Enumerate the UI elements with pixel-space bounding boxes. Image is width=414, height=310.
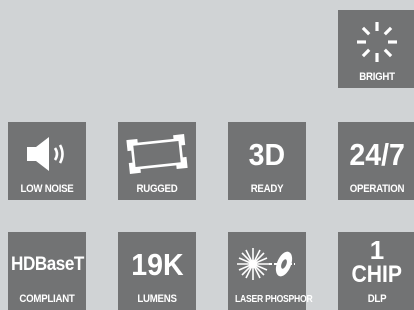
tile-label: DLP [367, 293, 387, 305]
tile-label: LASER PHOSPHOR [235, 293, 313, 305]
speaker-icon [27, 137, 64, 171]
feature-tile-3d: 3D READY [228, 122, 306, 200]
tile-label: READY [250, 183, 284, 195]
feature-tile-24-7: 24/7 OPERATION [338, 122, 414, 200]
feature-tile-hdbaset: HDBaseT COMPLIANT [8, 232, 86, 310]
tile-label: OPERATION [349, 183, 405, 195]
tile-label: LOW NOISE [20, 183, 74, 195]
chip-text: CHIP [351, 261, 403, 288]
tile-label: BRIGHT [359, 71, 395, 83]
tile-label: COMPLIANT [19, 293, 75, 305]
sun-burst-icon [357, 22, 397, 62]
feature-tile-chip: 1 CHIP DLP [338, 232, 414, 310]
24-7-text: 24/7 [349, 136, 405, 172]
hdbaset-text: HDBaseT [10, 253, 84, 275]
feature-tile-laser: LASER PHOSPHOR [228, 232, 313, 310]
feature-tile-19k: 19K LUMENS [118, 232, 196, 310]
tile-label: RUGGED [136, 183, 178, 195]
19k-text: 19K [130, 246, 184, 282]
laser-phosphor-icon [237, 248, 295, 280]
rugged-frame-icon [126, 134, 188, 174]
3d-text: 3D [248, 136, 286, 172]
feature-tile-bright: BRIGHT [338, 10, 414, 88]
chip-count-text: 1 [369, 235, 385, 265]
feature-tile-rugged: RUGGED [118, 122, 196, 200]
tile-label: LUMENS [137, 293, 177, 305]
feature-tile-low-noise: LOW NOISE [8, 122, 86, 200]
